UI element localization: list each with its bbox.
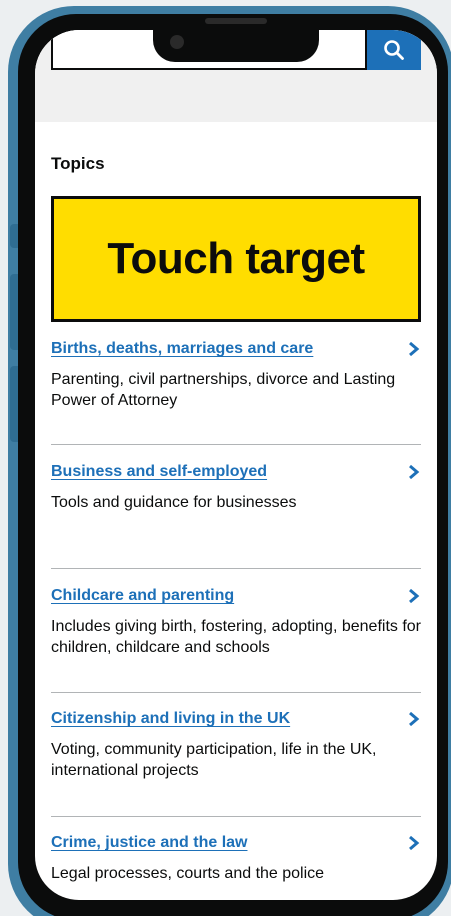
search-icon — [384, 40, 404, 60]
chevron-right-icon[interactable] — [407, 710, 421, 728]
topic-desc-births: Parenting, civil partnerships, divorce a… — [51, 371, 396, 409]
topic-item-citizenship: Citizenship and living in the UK Voting,… — [51, 710, 421, 782]
divider — [51, 568, 421, 569]
topic-desc-citizenship: Voting, community participation, life in… — [51, 741, 377, 779]
topic-desc-crime: Legal processes, courts and the police — [51, 865, 325, 882]
topics-heading: Topics — [51, 154, 105, 173]
side-button-mute — [10, 224, 18, 248]
topic-link-births[interactable]: Births, deaths, marriages and care — [51, 340, 421, 358]
divider — [51, 816, 421, 817]
topic-item-business: Business and self-employed Tools and gui… — [51, 463, 421, 514]
phone-screen: Topics Touch target Births, deaths, marr… — [35, 30, 437, 900]
side-button-volume-up — [10, 274, 18, 350]
speaker-grille — [205, 18, 267, 24]
camera-icon — [170, 35, 184, 49]
topic-link-citizenship[interactable]: Citizenship and living in the UK — [51, 710, 421, 728]
topic-item-childcare: Childcare and parenting Includes giving … — [51, 587, 421, 659]
side-button-volume-down — [10, 366, 18, 442]
divider — [51, 444, 421, 445]
topic-item-crime: Crime, justice and the law Legal process… — [51, 834, 421, 885]
touch-target-label: Touch target — [51, 196, 421, 322]
topic-link-crime[interactable]: Crime, justice and the law — [51, 834, 421, 852]
topic-item-births: Births, deaths, marriages and care Paren… — [51, 340, 421, 412]
topic-link-business[interactable]: Business and self-employed — [51, 463, 421, 481]
topic-desc-childcare: Includes giving birth, fostering, adopti… — [51, 618, 421, 656]
chevron-right-icon[interactable] — [407, 834, 421, 852]
chevron-right-icon[interactable] — [407, 463, 421, 481]
topic-desc-business: Tools and guidance for businesses — [51, 494, 297, 511]
search-button[interactable] — [367, 30, 421, 70]
topic-link-childcare[interactable]: Childcare and parenting — [51, 587, 421, 605]
divider — [51, 692, 421, 693]
chevron-right-icon[interactable] — [407, 587, 421, 605]
chevron-right-icon[interactable] — [407, 340, 421, 358]
